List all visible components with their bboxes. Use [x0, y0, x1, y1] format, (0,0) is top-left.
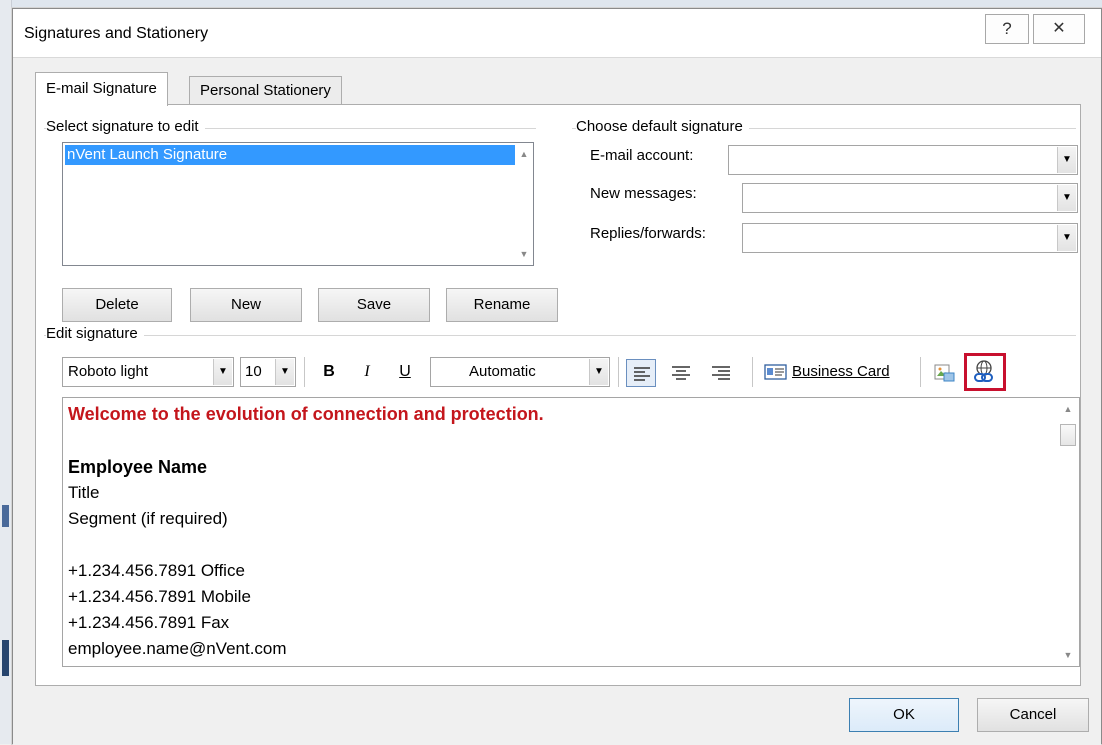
business-card-button[interactable]: Business Card: [762, 357, 910, 387]
signature-employee-name: Employee Name: [68, 457, 208, 477]
cancel-button-label: Cancel: [1009, 706, 1057, 723]
tab-label: Personal Stationery: [200, 82, 331, 99]
signature-fax: +1.234.456.7891 Fax: [68, 613, 230, 632]
rename-button-label: Rename: [473, 296, 531, 313]
help-icon: ?: [1002, 19, 1012, 38]
font-size-value: 10: [245, 363, 262, 380]
font-select[interactable]: Roboto light ▼: [62, 357, 234, 387]
close-button[interactable]: ✕: [1033, 14, 1085, 44]
chevron-down-icon[interactable]: ▼: [589, 359, 608, 385]
toolbar-separator: [752, 357, 753, 387]
new-button-label: New: [230, 296, 261, 313]
chevron-down-icon[interactable]: ▼: [275, 359, 294, 385]
scroll-up-icon[interactable]: ▲: [515, 145, 533, 163]
scroll-up-icon[interactable]: ▲: [1059, 400, 1077, 418]
underline-button[interactable]: U: [392, 357, 418, 387]
signature-name: nVent Launch Signature: [67, 146, 228, 163]
chevron-down-icon[interactable]: ▼: [1057, 225, 1076, 251]
business-card-icon: [764, 364, 787, 380]
signature-content: Welcome to the evolution of connection a…: [68, 400, 1048, 662]
signature-office-phone: +1.234.456.7891 Office: [68, 561, 245, 580]
dialog-title: Signatures and Stationery: [24, 25, 209, 42]
tab-label: E-mail Signature: [46, 80, 157, 97]
help-button[interactable]: ?: [985, 14, 1029, 44]
new-button[interactable]: New: [190, 288, 302, 322]
delete-button-label: Delete: [95, 296, 139, 313]
dialog-client-area: E-mail Signature Personal Stationery Sel…: [13, 57, 1101, 745]
chevron-down-icon[interactable]: ▼: [213, 359, 232, 385]
scroll-down-icon[interactable]: ▼: [515, 245, 533, 263]
align-right-icon: [712, 366, 730, 380]
align-left-button[interactable]: [626, 359, 656, 387]
choose-default-label: Choose default signature: [576, 118, 749, 135]
background-mark: [2, 640, 9, 676]
edit-signature-label: Edit signature: [46, 325, 144, 342]
signature-list-scrollbar[interactable]: ▲ ▼: [515, 143, 533, 265]
signature-headline: Welcome to the evolution of connection a…: [68, 404, 544, 424]
editor-scrollbar[interactable]: ▲ ▼: [1057, 398, 1079, 666]
group-divider: [44, 335, 1076, 336]
signatures-dialog: Signatures and Stationery ? ✕ E-mail Sig…: [12, 8, 1102, 745]
toolbar-separator: [920, 357, 921, 387]
font-color-value: Automatic: [469, 363, 536, 380]
signature-list-item[interactable]: nVent Launch Signature: [65, 145, 533, 165]
email-account-select[interactable]: ▼: [728, 145, 1078, 175]
ok-button-label: OK: [893, 706, 915, 723]
email-account-label: E-mail account:: [590, 147, 694, 164]
cancel-button[interactable]: Cancel: [977, 698, 1089, 732]
toolbar-separator: [304, 357, 305, 387]
bold-button[interactable]: B: [316, 357, 342, 387]
tab-email-signature[interactable]: E-mail Signature: [35, 72, 168, 106]
align-center-icon: [672, 366, 690, 380]
hyperlink-icon: [974, 360, 993, 382]
business-card-label: Business Card: [792, 363, 890, 380]
chevron-down-icon[interactable]: ▼: [1057, 185, 1076, 211]
signature-title: Title: [68, 483, 100, 502]
ok-button[interactable]: OK: [849, 698, 959, 732]
signature-segment: Segment (if required): [68, 509, 228, 528]
font-color-select[interactable]: Automatic ▼: [430, 357, 610, 387]
scroll-down-icon[interactable]: ▼: [1059, 646, 1077, 664]
toolbar-separator: [618, 357, 619, 387]
replies-forwards-label: Replies/forwards:: [590, 225, 706, 242]
signature-editor[interactable]: Welcome to the evolution of connection a…: [62, 397, 1080, 667]
insert-hyperlink-button[interactable]: [964, 353, 1006, 391]
signature-email: employee.name@nVent.com: [68, 639, 287, 658]
replies-forwards-select[interactable]: ▼: [742, 223, 1078, 253]
signature-mobile-phone: +1.234.456.7891 Mobile: [68, 587, 251, 606]
chevron-down-icon[interactable]: ▼: [1057, 147, 1076, 173]
background-app-sidebar: [0, 0, 12, 744]
email-signature-panel: Select signature to edit nVent Launch Si…: [35, 104, 1081, 686]
font-size-select[interactable]: 10 ▼: [240, 357, 296, 387]
align-right-button[interactable]: [706, 359, 736, 387]
align-left-icon: [634, 367, 650, 381]
insert-picture-button[interactable]: [930, 359, 958, 387]
font-value: Roboto light: [68, 363, 149, 380]
new-messages-select[interactable]: ▼: [742, 183, 1078, 213]
save-button[interactable]: Save: [318, 288, 430, 322]
tab-personal-stationery[interactable]: Personal Stationery: [189, 76, 342, 104]
background-mark: [2, 505, 9, 527]
align-center-button[interactable]: [666, 359, 696, 387]
italic-button[interactable]: I: [354, 357, 380, 387]
new-messages-label: New messages:: [590, 185, 697, 202]
scroll-thumb[interactable]: [1060, 424, 1076, 446]
save-button-label: Save: [356, 296, 392, 313]
title-bar: Signatures and Stationery ? ✕: [13, 9, 1101, 57]
insert-picture-icon: [934, 364, 955, 382]
signature-list[interactable]: nVent Launch Signature ▲ ▼: [62, 142, 534, 266]
select-signature-label: Select signature to edit: [46, 118, 205, 135]
rename-button[interactable]: Rename: [446, 288, 558, 322]
close-icon: ✕: [1052, 20, 1066, 37]
delete-button[interactable]: Delete: [62, 288, 172, 322]
